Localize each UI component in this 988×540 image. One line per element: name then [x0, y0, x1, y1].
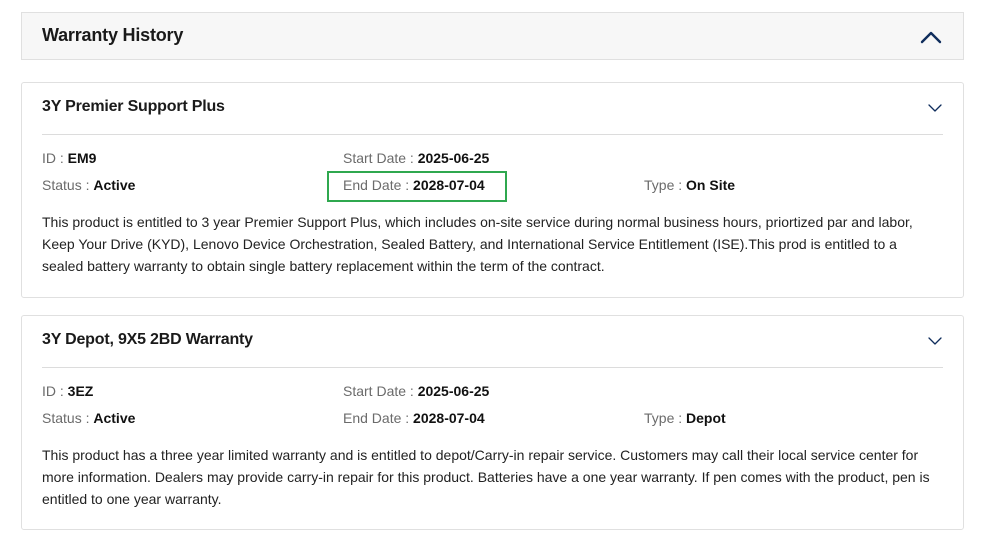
section-title: Warranty History	[42, 25, 184, 45]
end-date-field: End Date : 2028-07-04	[343, 177, 485, 193]
warranty-title: 3Y Premier Support Plus	[42, 98, 225, 115]
expand-button[interactable]	[925, 100, 945, 116]
separator: :	[405, 177, 414, 193]
warranty-history-header[interactable]: Warranty History	[21, 12, 964, 60]
start-date-field: Start Date : 2025-06-25	[343, 150, 489, 166]
id-label: ID	[42, 150, 56, 166]
type-label: Type	[644, 410, 675, 426]
divider	[42, 134, 943, 135]
separator: :	[59, 150, 68, 166]
end-date-label: End Date	[343, 410, 402, 426]
type-value: On Site	[686, 177, 736, 193]
id-value: 3EZ	[67, 383, 94, 399]
separator: :	[409, 383, 418, 399]
status-field: Status : Active	[42, 177, 135, 193]
type-label: Type	[644, 177, 675, 193]
start-date-field: Start Date : 2025-06-25	[343, 383, 489, 399]
chevron-up-icon[interactable]	[917, 25, 945, 49]
end-date-field: End Date : 2028-07-04	[343, 410, 485, 426]
start-date-label: Start Date	[343, 383, 407, 399]
collapse-button[interactable]	[917, 25, 945, 49]
separator: :	[678, 410, 687, 426]
type-field: Type : On Site	[644, 177, 735, 193]
warranty-card: 3Y Premier Support Plus ID : EM9 Start D…	[21, 82, 964, 298]
warranty-card: 3Y Depot, 9X5 2BD Warranty ID : 3EZ Star…	[21, 315, 964, 530]
warranty-description: This product has a three year limited wa…	[42, 447, 930, 507]
id-field: ID : EM9	[42, 150, 96, 166]
chevron-down-icon[interactable]	[925, 100, 945, 116]
id-field: ID : 3EZ	[42, 383, 93, 399]
separator: :	[59, 383, 68, 399]
warranty-page: Warranty History 3Y Premier Support Plus…	[0, 0, 988, 540]
start-date-value: 2025-06-25	[417, 383, 490, 399]
status-label: Status	[42, 410, 82, 426]
expand-button[interactable]	[925, 333, 945, 349]
separator: :	[678, 177, 687, 193]
type-field: Type : Depot	[644, 410, 726, 426]
warranty-title: 3Y Depot, 9X5 2BD Warranty	[42, 331, 253, 348]
chevron-down-icon[interactable]	[925, 333, 945, 349]
separator: :	[405, 410, 414, 426]
id-value: EM9	[67, 150, 97, 166]
start-date-value: 2025-06-25	[417, 150, 490, 166]
id-label: ID	[42, 383, 56, 399]
end-date-value: 2028-07-04	[413, 177, 485, 193]
status-label: Status	[42, 177, 82, 193]
end-date-label: End Date	[343, 177, 402, 193]
status-value: Active	[93, 410, 136, 426]
type-value: Depot	[686, 410, 726, 426]
status-value: Active	[93, 177, 136, 193]
divider	[42, 367, 943, 368]
status-field: Status : Active	[42, 410, 135, 426]
end-date-value: 2028-07-04	[413, 410, 485, 426]
warranty-description: This product is entitled to 3 year Premi…	[42, 214, 913, 274]
start-date-label: Start Date	[343, 150, 407, 166]
separator: :	[409, 150, 418, 166]
